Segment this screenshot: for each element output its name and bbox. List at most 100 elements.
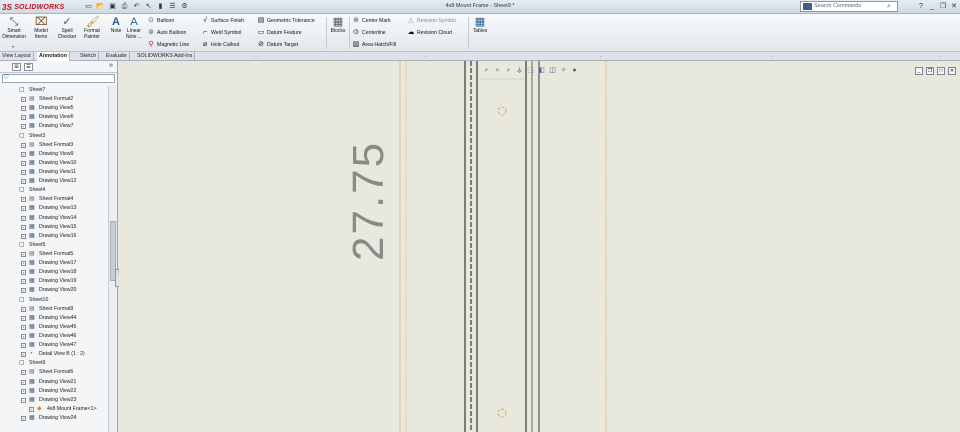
tree-sheet-item[interactable]: ▢ Sheet4: [0, 186, 108, 195]
expand-toggle-icon[interactable]: +: [21, 233, 26, 239]
tree-item[interactable]: + ▦ Drawing View47: [0, 341, 108, 350]
search-scope-icon[interactable]: [803, 3, 812, 10]
expand-toggle-icon[interactable]: +: [21, 388, 26, 394]
tab-evaluate[interactable]: Evaluate: [104, 52, 130, 61]
centerline-button[interactable]: ⦶ Centerline: [352, 28, 385, 38]
expand-toggle-icon[interactable]: +: [21, 142, 26, 148]
tree-item[interactable]: + ▦ Drawing View46: [0, 332, 108, 341]
view-orientation-icon[interactable]: ⬚: [526, 66, 535, 75]
auto-balloon-button[interactable]: ⊚ Auto Balloon: [147, 28, 186, 38]
geometric-tolerance-button[interactable]: ▤ Geometric Tolerance: [257, 16, 315, 26]
linear-note-pattern-button[interactable]: A Linear Note ...: [122, 16, 146, 50]
tree-item[interactable]: + ▦ Drawing View15: [0, 223, 108, 232]
expand-toggle-icon[interactable]: +: [21, 97, 26, 103]
expand-toggle-icon[interactable]: +: [21, 315, 26, 321]
chevron-right-icon[interactable]: »: [109, 62, 113, 69]
area-hatch-button[interactable]: ▨ Area Hatch/Fill: [352, 40, 396, 50]
expand-toggle-icon[interactable]: +: [21, 352, 26, 358]
tree-item[interactable]: + ▦ Drawing View13: [0, 204, 108, 213]
document-maximize-icon[interactable]: □: [937, 67, 945, 75]
expand-toggle-icon[interactable]: +: [21, 415, 26, 421]
search-commands-input[interactable]: Search Commands ⌕: [800, 1, 898, 12]
zoom-to-area-icon[interactable]: ⌕: [493, 66, 502, 75]
tree-item[interactable]: + ▤ Sheet Format2: [0, 95, 108, 104]
expand-toggle-icon[interactable]: +: [21, 224, 26, 230]
expand-toggle-icon[interactable]: +: [21, 379, 26, 385]
view-settings-icon[interactable]: ✧: [559, 66, 568, 75]
tree-item[interactable]: + ◆ 4x8 Mount Frame<1>: [0, 405, 108, 414]
tab-sketch[interactable]: Sketch: [78, 52, 100, 61]
expand-toggle-icon[interactable]: +: [21, 306, 26, 312]
weld-symbol-button[interactable]: ⌐ Weld Symbol: [201, 28, 242, 38]
format-painter-button[interactable]: 🖌 Format Painter: [80, 16, 104, 50]
restore-icon[interactable]: ❐: [939, 2, 947, 11]
balloon-button[interactable]: ⊙ Balloon: [147, 16, 174, 26]
expand-toggle-icon[interactable]: +: [21, 160, 26, 166]
tree-sheet-item[interactable]: ▢ Sheet3: [0, 132, 108, 141]
search-icon[interactable]: ⌕: [887, 2, 891, 11]
expand-toggle-icon[interactable]: +: [21, 215, 26, 221]
property-manager-tab-icon[interactable]: ☰: [24, 63, 33, 71]
tab-annotation[interactable]: Annotation: [37, 52, 70, 61]
tree-sheet-item[interactable]: ▢ Sheet10: [0, 296, 108, 305]
tree-item[interactable]: + ▤ Sheet Format6: [0, 368, 108, 377]
tree-item[interactable]: + ▦ Drawing View6: [0, 113, 108, 122]
zoom-to-fit-icon[interactable]: ⌕: [482, 66, 491, 75]
revision-symbol-button[interactable]: △ Revision Symbol: [407, 16, 455, 26]
dimension-text[interactable]: 27.75: [344, 141, 394, 261]
minimize-icon[interactable]: _: [928, 2, 936, 11]
tree-item[interactable]: + ▦ Drawing View9: [0, 150, 108, 159]
document-close-icon[interactable]: ✕: [948, 67, 956, 75]
tree-item[interactable]: + ▤ Sheet Format5: [0, 250, 108, 259]
tree-sheet-item[interactable]: ▢ Sheet7: [0, 86, 108, 95]
tree-item[interactable]: + ▦ Drawing View5: [0, 104, 108, 113]
datum-target-button[interactable]: ⊘ Datum Target: [257, 40, 298, 50]
document-minimize-icon[interactable]: _: [915, 67, 923, 75]
expand-toggle-icon[interactable]: +: [29, 406, 34, 412]
expand-toggle-icon[interactable]: +: [21, 106, 26, 112]
tree-item[interactable]: − ▦ Drawing View23: [0, 396, 108, 405]
tree-item[interactable]: + ▤ Sheet Format9: [0, 305, 108, 314]
center-mark-button[interactable]: ⊕ Center Mark: [352, 16, 390, 26]
tree-item[interactable]: + ▦ Drawing View20: [0, 286, 108, 295]
tree-item[interactable]: + ▦ Drawing View7: [0, 122, 108, 131]
smart-dimension-button[interactable]: ⤡ Smart Dimension ▾: [2, 16, 26, 50]
previous-view-icon[interactable]: ⌕: [504, 66, 513, 75]
tree-filter-input[interactable]: ⛉: [2, 74, 115, 83]
expand-toggle-icon[interactable]: +: [21, 343, 26, 349]
scene-icon[interactable]: ●: [570, 66, 579, 75]
tree-item[interactable]: + ▦ Drawing View14: [0, 214, 108, 223]
tree-scrollbar[interactable]: [108, 86, 117, 432]
tree-item[interactable]: + ◔ Detail View B (1 : 2): [0, 350, 108, 359]
chevron-down-icon[interactable]: ▾: [12, 44, 14, 50]
expand-toggle-icon[interactable]: +: [21, 333, 26, 339]
tree-item[interactable]: + ▦ Drawing View17: [0, 259, 108, 268]
expand-toggle-icon[interactable]: +: [21, 251, 26, 257]
expand-toggle-icon[interactable]: +: [21, 370, 26, 376]
tree-item[interactable]: + ▦ Drawing View11: [0, 168, 108, 177]
datum-feature-button[interactable]: ▭ Datum Feature: [257, 28, 302, 38]
tree-item[interactable]: + ▦ Drawing View12: [0, 177, 108, 186]
tree-item[interactable]: + ▦ Drawing View22: [0, 387, 108, 396]
expand-toggle-icon[interactable]: +: [21, 179, 26, 185]
tree-item[interactable]: + ▦ Drawing View10: [0, 159, 108, 168]
tree-item[interactable]: + ▦ Drawing View16: [0, 232, 108, 241]
expand-toggle-icon[interactable]: +: [21, 206, 26, 212]
tree-item[interactable]: + ▦ Drawing View21: [0, 378, 108, 387]
tree-item[interactable]: + ▦ Drawing View18: [0, 268, 108, 277]
hole-circle[interactable]: [497, 408, 507, 418]
expand-toggle-icon[interactable]: +: [21, 169, 26, 175]
help-icon[interactable]: ?: [917, 2, 925, 11]
expand-toggle-icon[interactable]: +: [21, 115, 26, 121]
expand-toggle-icon[interactable]: +: [21, 124, 26, 130]
revision-cloud-button[interactable]: ☁ Revision Cloud: [407, 28, 452, 38]
section-view-icon[interactable]: ⚶: [515, 66, 524, 75]
model-items-button[interactable]: ⌧ Model Items: [29, 16, 53, 50]
expand-toggle-icon[interactable]: −: [21, 397, 26, 403]
magnetic-line-button[interactable]: ⚲ Magnetic Line: [147, 40, 189, 50]
expand-toggle-icon[interactable]: +: [21, 279, 26, 285]
expand-toggle-icon[interactable]: +: [21, 270, 26, 276]
tree-sheet-item[interactable]: ▢ Sheet9: [0, 359, 108, 368]
document-restore-icon[interactable]: ❐: [926, 67, 934, 75]
tree-item[interactable]: + ▦ Drawing View44: [0, 314, 108, 323]
